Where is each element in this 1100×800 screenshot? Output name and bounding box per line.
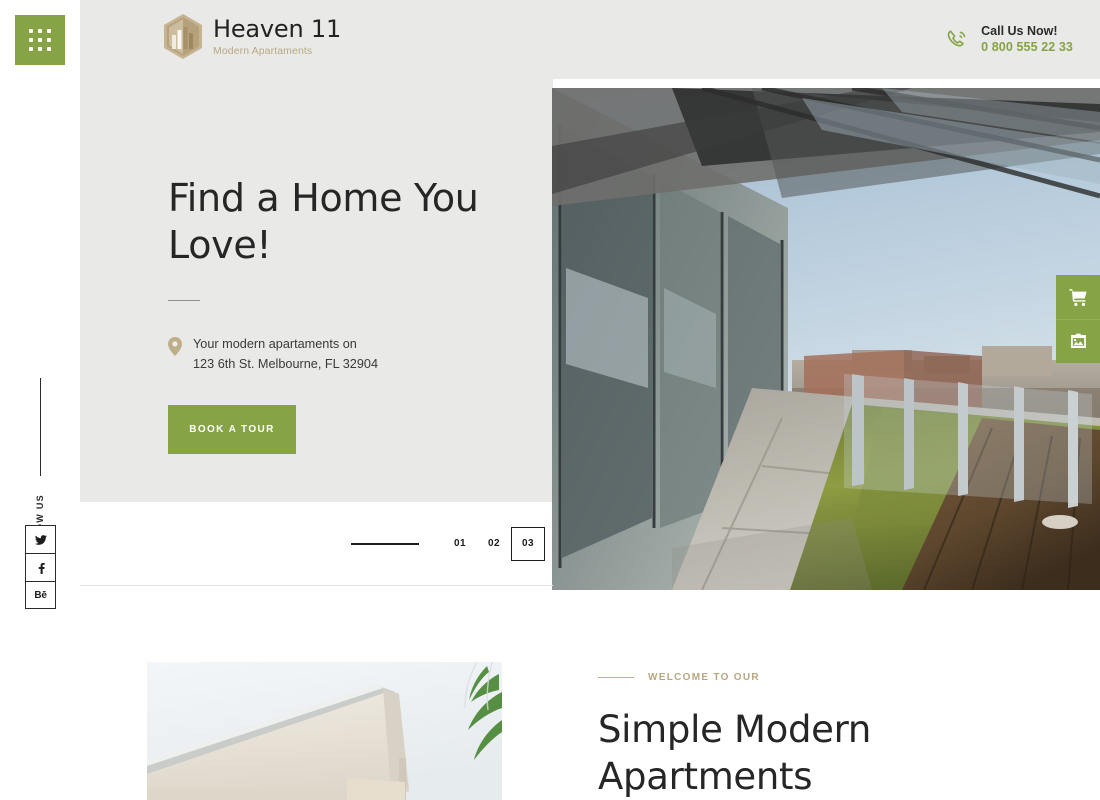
address-line-2: 123 6th St. Melbourne, FL 32904 [193,356,379,371]
hero-divider [168,300,200,302]
about-section-image [147,662,502,800]
social-link-behance[interactable]: Bē [25,581,56,609]
left-sidebar: FOLLOW US Bē [0,0,80,800]
menu-button[interactable] [15,15,65,65]
brand-name: Heaven 11 [213,14,342,43]
floating-side-actions [1056,275,1100,363]
eyebrow-line [598,677,634,678]
social-link-facebook[interactable] [25,553,56,581]
hero-photo-svg [552,88,1100,590]
hero-address: Your modern apartaments on 123 6th St. M… [168,335,548,374]
twitter-icon [34,534,47,545]
about-title: Simple Modern Apartments [598,708,872,799]
book-a-tour-button[interactable]: Book a Tour [168,404,296,454]
hexagon-building-icon [164,14,202,59]
hero-content: Find a Home You Love! Your modern aparta… [168,175,548,454]
behance-icon: Bē [34,589,47,601]
follow-us-line [39,378,41,476]
about-eyebrow: Welcome to our [598,672,1068,683]
slider-pagination: 01 02 03 [80,502,553,586]
location-pin-icon [168,337,182,357]
gallery-button[interactable] [1056,319,1100,363]
cart-button[interactable] [1056,275,1100,319]
call-us-block[interactable]: Call Us Now! 0 800 555 22 33 [944,24,1073,55]
call-us-label: Call Us Now! [981,24,1058,38]
social-links: Bē [25,525,56,609]
brand-text: Heaven 11 Modern Apartaments [213,17,341,57]
brand-logo[interactable]: Heaven 11 Modern Apartaments [162,13,341,60]
page-root: Heaven 11 Modern Apartaments Call Us Now… [0,0,1100,800]
phone-call-icon [947,30,966,47]
shopping-cart-icon [1068,288,1087,306]
eyebrow-label: Welcome to our [648,672,760,683]
address-line-1: Your modern apartaments on [193,337,357,352]
brand-tagline: Modern Apartaments [213,44,313,57]
facebook-icon [38,562,45,574]
about-photo-svg [147,662,502,800]
slider-page-03[interactable]: 03 [511,526,545,561]
slider-page-02[interactable]: 02 [477,527,511,561]
slider-page-01[interactable]: 01 [443,527,477,561]
address-text: Your modern apartaments on 123 6th St. M… [193,335,378,374]
slider-progress-line [351,542,419,545]
site-header: Heaven 11 Modern Apartaments Call Us Now… [80,0,1100,79]
hero-slider-image [552,88,1100,590]
about-section-content: Welcome to our Simple Modern Apartments [598,672,1068,800]
hero-title: Find a Home You Love! [168,176,479,268]
grid-dots-menu-icon [29,29,51,51]
image-gallery-icon [1070,333,1086,348]
social-link-twitter[interactable] [25,525,56,553]
call-text: Call Us Now! 0 800 555 22 33 [981,24,1073,55]
phone-number[interactable]: 0 800 555 22 33 [981,40,1073,56]
